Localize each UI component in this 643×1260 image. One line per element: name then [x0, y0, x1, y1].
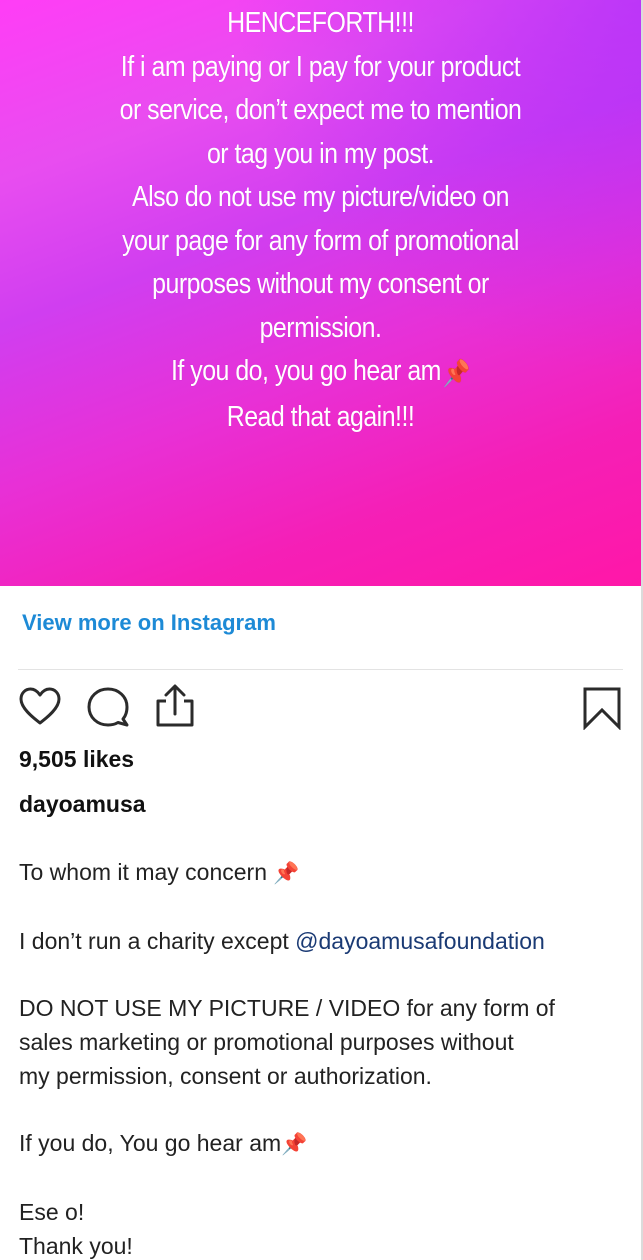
caption-line: Thank you! [19, 1233, 133, 1259]
story-line: or tag you in my post. [206, 137, 435, 170]
caption-paragraph: Ese o! Thank you! [19, 1195, 619, 1260]
story-line: permission. [259, 311, 382, 344]
story-warning-text: If you do, you go hear am [171, 355, 441, 387]
pin-icon: 📌 [281, 1133, 308, 1156]
story-line: Also do not use my picture/video on [131, 181, 510, 213]
comment-icon[interactable] [86, 686, 130, 728]
caption-paragraph: DO NOT USE MY PICTURE / VIDEO for any fo… [19, 991, 619, 1093]
caption-text: I don’t run a charity except [19, 928, 296, 954]
story-line: If i am paying or I pay for your product [120, 50, 521, 83]
story-image[interactable]: HENCEFORTH!!! If i am paying or I pay fo… [0, 0, 641, 586]
caption-line: my permission, consent or authorization. [19, 1063, 432, 1089]
caption-line: Ese o! [19, 1199, 85, 1225]
story-line: your page for any form of promotional [122, 224, 519, 257]
caption-line: DO NOT USE MY PICTURE / VIDEO for any fo… [19, 995, 555, 1021]
caption-paragraph: If you do, You go hear am📌 [19, 1126, 619, 1162]
pin-icon: 📌 [442, 358, 471, 388]
story-warning-line: If you do, you go hear am📌 [45, 350, 596, 396]
caption-text: To whom it may concern [19, 859, 267, 885]
mention-link[interactable]: @dayoamusafoundation [295, 928, 545, 954]
view-more-on-instagram-link[interactable]: View more on Instagram [22, 610, 276, 636]
divider [18, 669, 623, 670]
username[interactable]: dayoamusa [19, 791, 146, 818]
story-text: HENCEFORTH!!! If i am paying or I pay fo… [45, 2, 596, 439]
caption: To whom it may concern 📌 I don’t run a c… [19, 855, 619, 1260]
heart-icon[interactable] [18, 686, 62, 726]
bookmark-icon[interactable] [582, 686, 622, 730]
caption-line: sales marketing or promotional purposes … [19, 1029, 514, 1055]
likes-count[interactable]: 9,505 likes [19, 746, 134, 773]
caption-paragraph: I don’t run a charity except @dayoamusaf… [19, 924, 619, 958]
pin-icon: 📌 [273, 862, 300, 885]
story-read-again: Read that again!!! [226, 400, 415, 433]
caption-text: If you do, You go hear am [19, 1130, 282, 1156]
caption-paragraph: To whom it may concern 📌 [19, 855, 619, 891]
story-line: HENCEFORTH!!! [227, 7, 414, 39]
instagram-embed: HENCEFORTH!!! If i am paying or I pay fo… [0, 0, 643, 1260]
story-line: purposes without my consent or [152, 268, 489, 300]
story-line: or service, don’t expect me to mention [119, 94, 522, 126]
share-icon[interactable] [153, 683, 197, 729]
